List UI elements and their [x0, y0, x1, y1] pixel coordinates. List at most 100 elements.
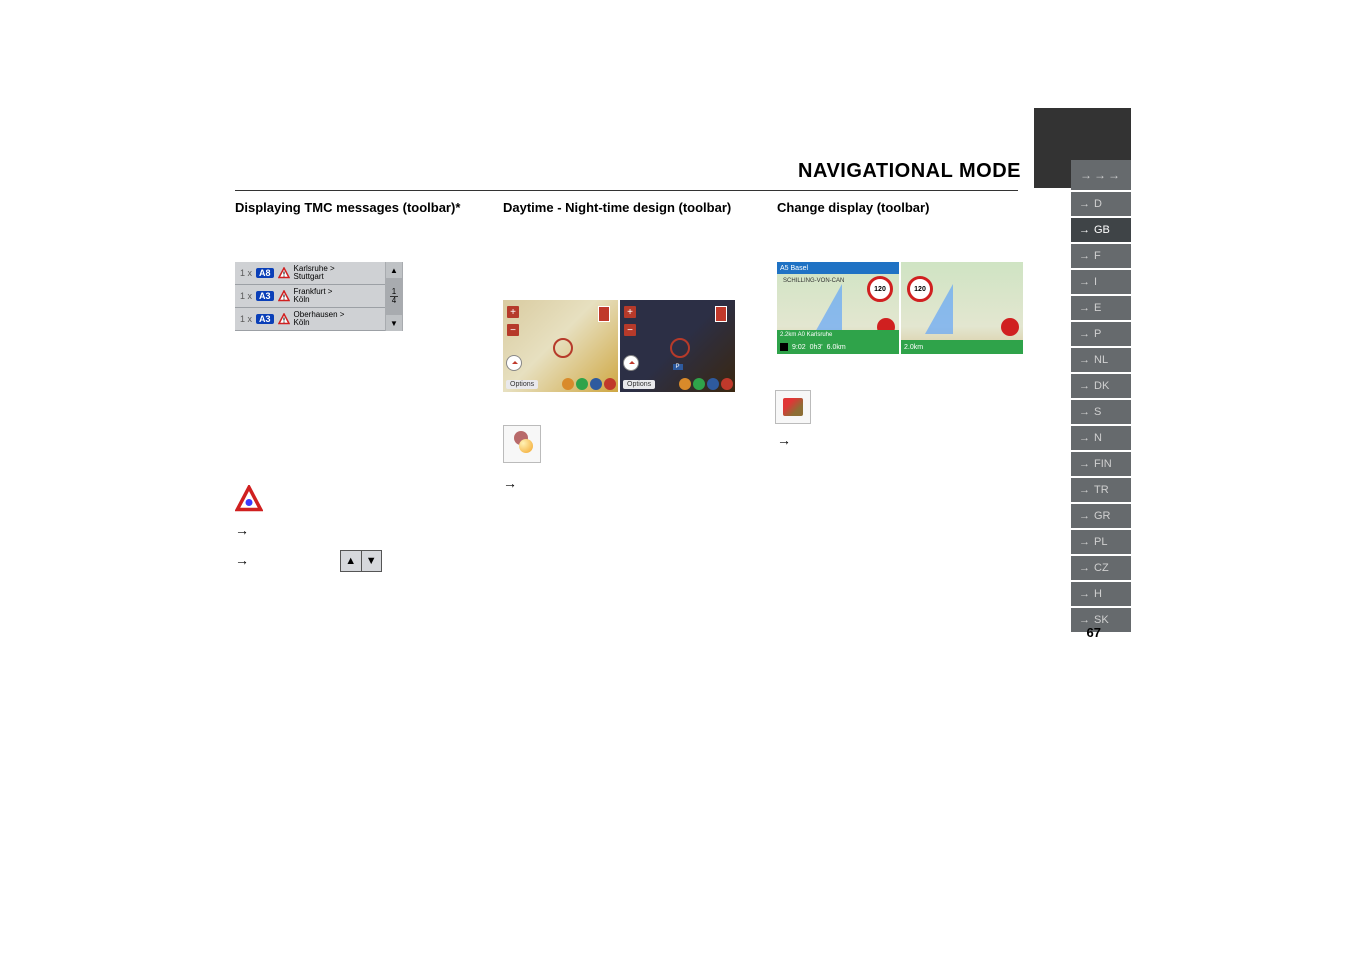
zoom-controls: + − [624, 306, 636, 336]
country-item-fin[interactable]: →FIN [1071, 452, 1131, 476]
day-map-pane[interactable]: + − Options [503, 300, 618, 392]
nav-status-bar: 2.0km [901, 340, 1023, 354]
arrow-icon: → [1079, 484, 1090, 496]
country-item-e[interactable]: →E [1071, 296, 1131, 320]
arrow-icon: → [1079, 198, 1090, 210]
compass-icon[interactable] [507, 356, 521, 370]
country-sidebar: →→→ →D→GB→F→I→E→P→NL→DK→S→N→FIN→TR→GR→PL… [1071, 160, 1131, 632]
tmc-row[interactable]: 1 x A3 Frankfurt > Köln [235, 285, 385, 308]
zoom-out-button[interactable]: − [507, 324, 519, 336]
country-code: N [1094, 432, 1102, 444]
zoom-out-button[interactable]: − [624, 324, 636, 336]
options-button[interactable]: Options [623, 380, 655, 389]
country-item-p[interactable]: →P [1071, 322, 1131, 346]
country-item-nl[interactable]: → NL [1071, 348, 1131, 372]
country-item-s[interactable]: →S [1071, 400, 1131, 424]
country-code: FIN [1094, 458, 1112, 470]
three-d-shape-icon [783, 398, 803, 416]
toggle-3d-view-icon[interactable] [775, 390, 811, 424]
compass-icon[interactable] [624, 356, 638, 370]
night-map-pane[interactable]: + − P Options [620, 300, 735, 392]
speed-limit-badge: 120 [867, 276, 893, 302]
arrow-icon: → [1079, 276, 1090, 288]
compass-button[interactable] [1001, 318, 1019, 336]
nav-map-pane-left[interactable]: A5 Basel 120 SCHILLING-VON-CAN 9:02 0h3'… [777, 262, 899, 354]
country-item-gr[interactable]: →GR [1071, 504, 1131, 528]
country-item-pl[interactable]: →PL [1071, 530, 1131, 554]
speaker-icon[interactable] [780, 343, 788, 351]
country-code: PL [1094, 536, 1107, 548]
tmc-count: 1 x [240, 314, 252, 324]
country-item-cz[interactable]: →CZ [1071, 556, 1131, 580]
tmc-route-text: Karlsruhe > Stuttgart [294, 265, 335, 281]
country-item-tr[interactable]: → TR [1071, 478, 1131, 502]
column-heading-tmc: Displaying TMC messages (toolbar)* [235, 200, 460, 215]
country-code: H [1094, 588, 1102, 600]
arrow-icon: → [1079, 562, 1090, 574]
column-heading-change-display: Change display (toolbar) [777, 200, 929, 215]
options-button[interactable]: Options [506, 380, 538, 389]
nav-map-pane-right[interactable]: 120 2.0km [901, 262, 1023, 354]
toolbar-icon[interactable] [562, 378, 574, 390]
zoom-in-button[interactable]: + [624, 306, 636, 318]
country-item-d[interactable]: →D [1071, 192, 1131, 216]
tmc-route-text: Oberhausen > Köln [294, 311, 345, 327]
arrow-icon: → [503, 475, 517, 491]
tmc-row[interactable]: 1 x A3 Oberhausen > Köln [235, 308, 385, 331]
tmc-warning-icon[interactable] [235, 485, 263, 513]
country-code: DK [1094, 380, 1109, 392]
tmc-row[interactable]: 1 x A8 Karlsruhe > Stuttgart [235, 262, 385, 285]
country-code: E [1094, 302, 1101, 314]
country-code: P [1094, 328, 1101, 340]
scroll-down-button[interactable]: ▼ [386, 315, 402, 331]
remaining-distance: 6.0km [827, 344, 846, 351]
country-code: S [1094, 406, 1101, 418]
toolbar-icon[interactable] [707, 378, 719, 390]
country-item-gb[interactable]: →GB [1071, 218, 1131, 242]
arrow-icon: → [1079, 250, 1090, 262]
segment-distance: 2.0km [904, 344, 923, 351]
toolbar-icon[interactable] [590, 378, 602, 390]
country-code: TR [1094, 484, 1109, 496]
arrow-icon: → [1079, 328, 1090, 340]
day-night-map-thumbnails: + − Options + − P Options [503, 300, 735, 392]
country-item-h[interactable]: →H [1071, 582, 1131, 606]
nav-status-bar: 9:02 0h3' 6.0km [777, 340, 899, 354]
page-indicator: 1 4 [390, 288, 398, 305]
destination-flag-icon [598, 306, 610, 322]
down-button[interactable]: ▼ [362, 551, 382, 571]
scroll-up-button[interactable]: ▲ [386, 262, 402, 278]
arrow-icon: → [1079, 406, 1090, 418]
up-button[interactable]: ▲ [341, 551, 362, 571]
arrow-icon: → [1079, 588, 1090, 600]
toolbar-icon[interactable] [679, 378, 691, 390]
destination-bar: A5 Basel [777, 262, 899, 274]
toolbar-icon[interactable] [693, 378, 705, 390]
toolbar-icon[interactable] [721, 378, 733, 390]
header-rule [235, 190, 1018, 191]
change-display-map-thumbnails: A5 Basel 120 SCHILLING-VON-CAN 9:02 0h3'… [777, 262, 1023, 354]
country-item-n[interactable]: →N [1071, 426, 1131, 450]
country-item-dk[interactable]: →DK [1071, 374, 1131, 398]
zoom-in-button[interactable]: + [507, 306, 519, 318]
country-item-f[interactable]: →F [1071, 244, 1131, 268]
road-badge: A3 [256, 291, 274, 301]
eta-time: 9:02 [792, 344, 806, 351]
tmc-list-thumbnail: 1 x A8 Karlsruhe > Stuttgart 1 x A3 Fran… [235, 262, 385, 331]
toolbar-icon-strip [562, 378, 616, 390]
arrow-icon: → [1079, 432, 1090, 444]
road-badge: A8 [256, 268, 274, 278]
country-item-i[interactable]: →I [1071, 270, 1131, 294]
toolbar-icon-strip [679, 378, 733, 390]
arrow-icon: → [1079, 354, 1090, 366]
country-item-sk[interactable]: →SK [1071, 608, 1131, 632]
day-night-toggle-icon[interactable] [503, 425, 541, 463]
warning-triangle-icon [278, 267, 290, 279]
toolbar-icon[interactable] [576, 378, 588, 390]
arrow-icon: → [235, 552, 249, 568]
arrow-icon: → [235, 522, 249, 538]
toolbar-icon[interactable] [604, 378, 616, 390]
country-code: GR [1094, 510, 1111, 522]
country-code: D [1094, 198, 1102, 210]
country-code: NL [1094, 354, 1108, 366]
